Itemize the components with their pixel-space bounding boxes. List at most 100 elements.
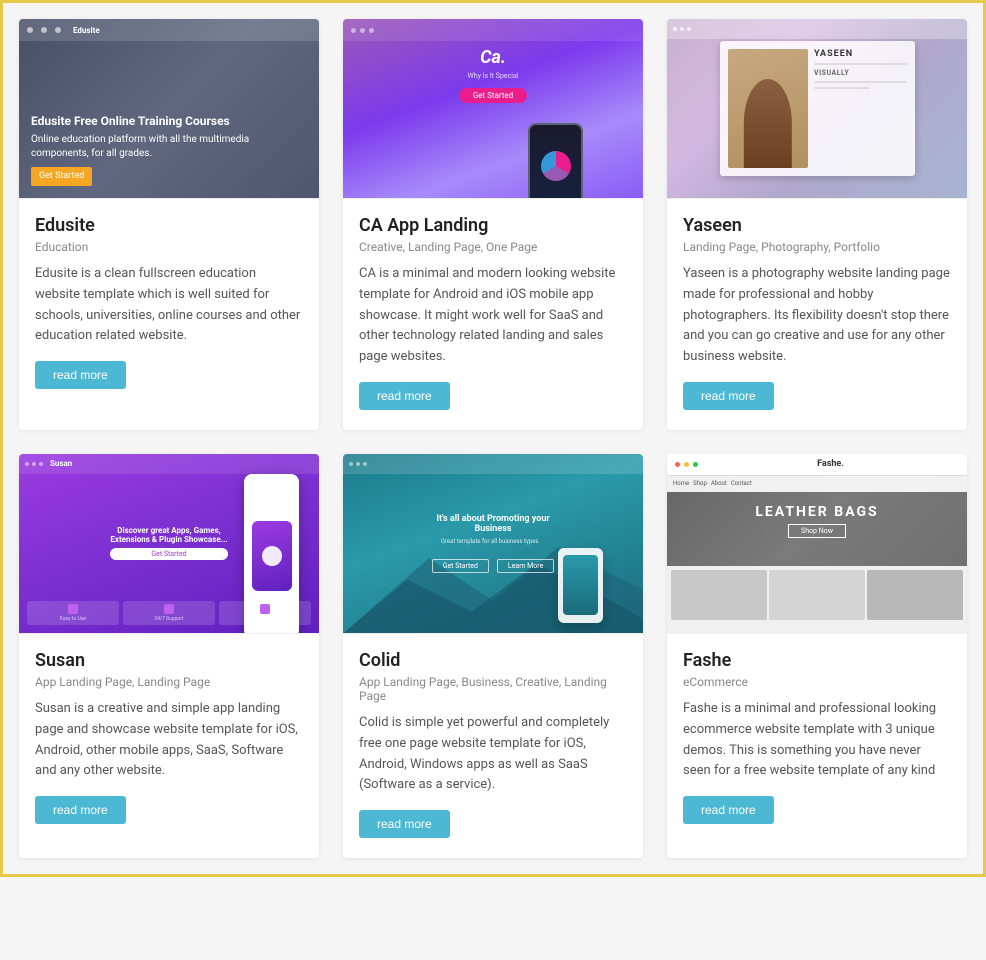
thumb-text-edusite: Edusite Free Online Training Courses Onl… (31, 113, 307, 186)
thumb-nav-ca (343, 19, 643, 41)
thumb-cta-btn: Get Started (31, 167, 92, 186)
card-categories-susan: App Landing Page, Landing Page (35, 675, 303, 689)
card-title-fashe: Fashe (683, 650, 951, 671)
fashe-product-2 (769, 570, 865, 620)
thumb-nav-edusite: Edusite (19, 19, 319, 41)
card-yaseen: YASEEN VISUALLY Yaseen Landing Page, Pho… (667, 19, 967, 430)
ca-dot-1 (351, 28, 356, 33)
fashe-nav-home: Home (673, 480, 689, 487)
read-more-button-yaseen[interactable]: read more (683, 382, 774, 410)
thumb-nav-susan: Susan (19, 454, 319, 474)
colid-hero-title: It's all about Promoting yourBusiness (430, 514, 557, 534)
read-more-button-ca[interactable]: read more (359, 382, 450, 410)
yaseen-brand-title: YASEEN (814, 49, 906, 59)
fashe-nav-about: About (711, 480, 727, 487)
card-desc-edusite: Edusite is a clean fullscreen education … (35, 264, 303, 347)
thumb-ca: Ca. Why Is It Special Get Started (343, 19, 643, 199)
yaseen-divider-2 (814, 81, 906, 83)
thumb-nav-colid (343, 454, 643, 474)
read-more-button-colid[interactable]: read more (359, 810, 450, 838)
thumb-hero-sub: Online education platform with all the m… (31, 133, 307, 161)
susan-hero-title: Discover great Apps, Games,Extensions & … (110, 526, 227, 544)
yas-dot-1 (673, 27, 677, 31)
fashe-dot-yellow (684, 462, 689, 467)
nav-dot-3 (55, 27, 61, 33)
colid-phone (558, 548, 603, 623)
thumb-colid: It's all about Promoting yourBusiness Gr… (343, 454, 643, 634)
fashe-dot-green (693, 462, 698, 467)
susan-phone-inner (252, 521, 292, 591)
susan-service-label-1: Easy to Use (30, 616, 116, 622)
card-desc-ca: CA is a minimal and modern looking websi… (359, 264, 627, 368)
thumb-susan: Susan Discover great Apps, Games,Extensi… (19, 454, 319, 634)
fashe-hero-btn: Shop Now (788, 524, 846, 538)
card-body-fashe: Fashe eCommerce Fashe is a minimal and p… (667, 634, 967, 844)
susan-hero-content: Discover great Apps, Games,Extensions & … (110, 526, 227, 560)
read-more-button-edusite[interactable]: read more (35, 361, 126, 389)
yaseen-tagline: VISUALLY (814, 69, 906, 77)
thumb-ca-cta: Get Started (459, 88, 527, 103)
susan-service-3: Fully Responsive (219, 601, 311, 625)
yas-dot-3 (687, 27, 691, 31)
read-more-button-fashe[interactable]: read more (683, 796, 774, 824)
fashe-hero-title: LEATHER BAGS (755, 504, 878, 520)
thumb-ca-sub: Why Is It Special (468, 72, 519, 80)
fashe-product-3 (867, 570, 963, 620)
sus-dot-2 (32, 462, 36, 466)
thumb-hero-title: Edusite Free Online Training Courses (31, 113, 307, 130)
yaseen-divider (814, 63, 906, 65)
col-dot-3 (363, 462, 367, 466)
card-categories-colid: App Landing Page, Business, Creative, La… (359, 675, 627, 703)
susan-service-1: Easy to Use (27, 601, 119, 625)
card-body-yaseen: Yaseen Landing Page, Photography, Portfo… (667, 199, 967, 430)
card-desc-susan: Susan is a creative and simple app landi… (35, 699, 303, 782)
template-grid: Edusite Edusite Free Online Training Cou… (19, 19, 967, 858)
sus-dot-1 (25, 462, 29, 466)
card-body-edusite: Edusite Education Edusite is a clean ful… (19, 199, 319, 409)
nav-dot-1 (27, 27, 33, 33)
thumb-nav-yaseen (667, 19, 967, 39)
ca-dot-2 (360, 28, 365, 33)
read-more-button-susan[interactable]: read more (35, 796, 126, 824)
fashe-nav-contact: Contact (731, 480, 752, 487)
card-body-ca: CA App Landing Creative, Landing Page, O… (343, 199, 643, 430)
card-categories-yaseen: Landing Page, Photography, Portfolio (683, 240, 951, 254)
card-title-edusite: Edusite (35, 215, 303, 236)
colid-hero-content: It's all about Promoting yourBusiness Gr… (430, 514, 557, 573)
card-body-colid: Colid App Landing Page, Business, Creati… (343, 634, 643, 858)
susan-service-icon-1 (68, 604, 78, 614)
susan-nav-logo: Susan (50, 459, 72, 468)
susan-phone-icon (262, 546, 282, 566)
thumb-yaseen: YASEEN VISUALLY (667, 19, 967, 199)
colid-btn-2: Learn More (497, 559, 554, 573)
yaseen-line-3 (814, 87, 869, 89)
fashe-brand-logo: Fashe. (817, 459, 844, 469)
fashe-product-1 (671, 570, 767, 620)
card-desc-colid: Colid is simple yet powerful and complet… (359, 713, 627, 796)
fashe-dot-red (675, 462, 680, 467)
thumb-ca-circle (541, 151, 571, 181)
col-dot-1 (349, 462, 353, 466)
card-categories-fashe: eCommerce (683, 675, 951, 689)
nav-dot-2 (41, 27, 47, 33)
card-desc-yaseen: Yaseen is a photography website landing … (683, 264, 951, 368)
colid-hero-sub: Great template for all business types (430, 538, 550, 545)
card-susan: Susan Discover great Apps, Games,Extensi… (19, 454, 319, 858)
yaseen-person (744, 79, 792, 168)
card-edusite: Edusite Edusite Free Online Training Cou… (19, 19, 319, 430)
yas-dot-2 (680, 27, 684, 31)
susan-service-icon-2 (164, 604, 174, 614)
thumb-fashe: Fashe. Home Shop About Contact LEATHER B… (667, 454, 967, 634)
colid-phone-inner (563, 555, 598, 615)
card-fashe: Fashe. Home Shop About Contact LEATHER B… (667, 454, 967, 858)
card-title-yaseen: Yaseen (683, 215, 951, 236)
yaseen-photo (728, 49, 809, 167)
susan-hero-btn: Get Started (110, 548, 227, 560)
card-categories-ca: Creative, Landing Page, One Page (359, 240, 627, 254)
thumb-logo-edusite: Edusite (73, 26, 100, 35)
thumb-ca-logo: Ca. (480, 47, 506, 68)
thumb-ca-phone (528, 123, 583, 199)
susan-service-label-2: 24/7 Support (126, 616, 212, 622)
susan-service-label-3: Fully Responsive (222, 616, 308, 622)
fashe-products-row (667, 566, 967, 624)
